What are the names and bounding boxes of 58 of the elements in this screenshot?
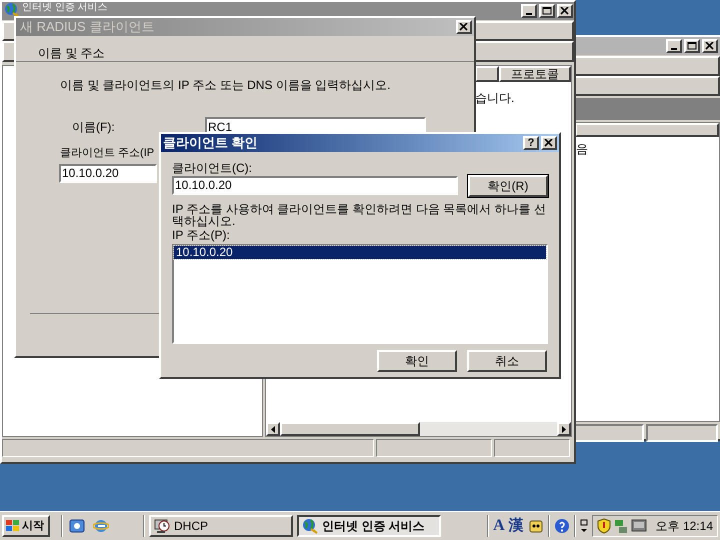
close-icon [560, 7, 570, 15]
right-arrow-icon [562, 426, 566, 432]
column-header[interactable]: 프로토콜 [499, 66, 571, 82]
ok-button[interactable]: 확인 [377, 350, 457, 372]
clock-monitor-icon [154, 518, 170, 534]
windows-flag-icon [6, 520, 20, 532]
maximize-button[interactable] [684, 39, 700, 53]
maximize-icon [687, 42, 697, 50]
monitor-icon [630, 519, 647, 533]
help-icon [554, 518, 570, 534]
scroll-right-button[interactable] [557, 422, 571, 436]
ime-mode-indicator[interactable]: 漢 [508, 514, 524, 538]
list-text: 음 [575, 141, 589, 158]
client-field[interactable]: 10.10.0.20 [172, 176, 458, 195]
start-button[interactable]: 시작 [2, 515, 50, 537]
close-icon [544, 139, 554, 147]
network-icon [614, 518, 628, 534]
dialog-title: 새 RADIUS 클라이언트 [20, 18, 156, 36]
list-text: 습니다. [475, 91, 514, 105]
close-icon [459, 23, 469, 31]
maximize-button[interactable] [539, 4, 555, 18]
address-field[interactable]: 10.10.0.20 [59, 164, 157, 182]
help-button[interactable]: ? [523, 136, 539, 150]
close-button[interactable] [456, 20, 472, 34]
ip-address-list[interactable]: 10.10.0.20 [172, 244, 548, 344]
column-header[interactable] [575, 123, 719, 137]
instruction-text: IP 주소를 사용하여 클라이언트를 확인하려면 다음 목록에서 하나를 선택하십시오. [172, 203, 547, 227]
horizontal-scrollbar[interactable] [266, 422, 571, 436]
globe-key-icon [302, 518, 318, 534]
taskbar-button[interactable]: 인터넷 인증 서비스 [297, 515, 441, 537]
verify-button[interactable]: 확인(R) [468, 175, 548, 197]
left-arrow-icon [271, 426, 275, 432]
maximize-icon [542, 7, 552, 15]
dialog-title: 클라이언트 확인 [163, 134, 259, 152]
taskbar-button[interactable]: DHCP [149, 515, 293, 537]
scrollbar-thumb[interactable] [280, 422, 420, 436]
clock: 오후 12:14 [656, 518, 713, 535]
field-label: 클라이언트(C): [172, 161, 253, 175]
scroll-left-button[interactable] [266, 422, 280, 436]
window-title: 인터넷 인증 서비스 [22, 2, 109, 13]
close-button[interactable] [557, 4, 573, 18]
section-title: 이름 및 주소 [38, 46, 105, 60]
close-icon [705, 42, 715, 50]
ime-mode-indicator[interactable]: A [493, 514, 505, 538]
cancel-button[interactable]: 취소 [467, 350, 547, 372]
minimize-button[interactable] [521, 4, 537, 18]
ime-pad-icon [528, 518, 544, 534]
field-label: 클라이언트 주소(IP [60, 146, 154, 161]
browser-icon [93, 518, 109, 534]
field-label: IP 주소(P): [172, 228, 231, 242]
column-header[interactable] [475, 66, 499, 82]
shield-icon [596, 518, 611, 534]
list-item[interactable]: 10.10.0.20 [174, 246, 546, 259]
close-button[interactable] [541, 136, 557, 150]
close-button[interactable] [702, 39, 718, 53]
field-label: 이름(F): [71, 119, 116, 136]
minimize-button[interactable] [666, 39, 682, 53]
instruction-text: 이름 및 클라이언트의 IP 주소 또는 DNS 이름을 입력하십시오. [60, 77, 392, 94]
